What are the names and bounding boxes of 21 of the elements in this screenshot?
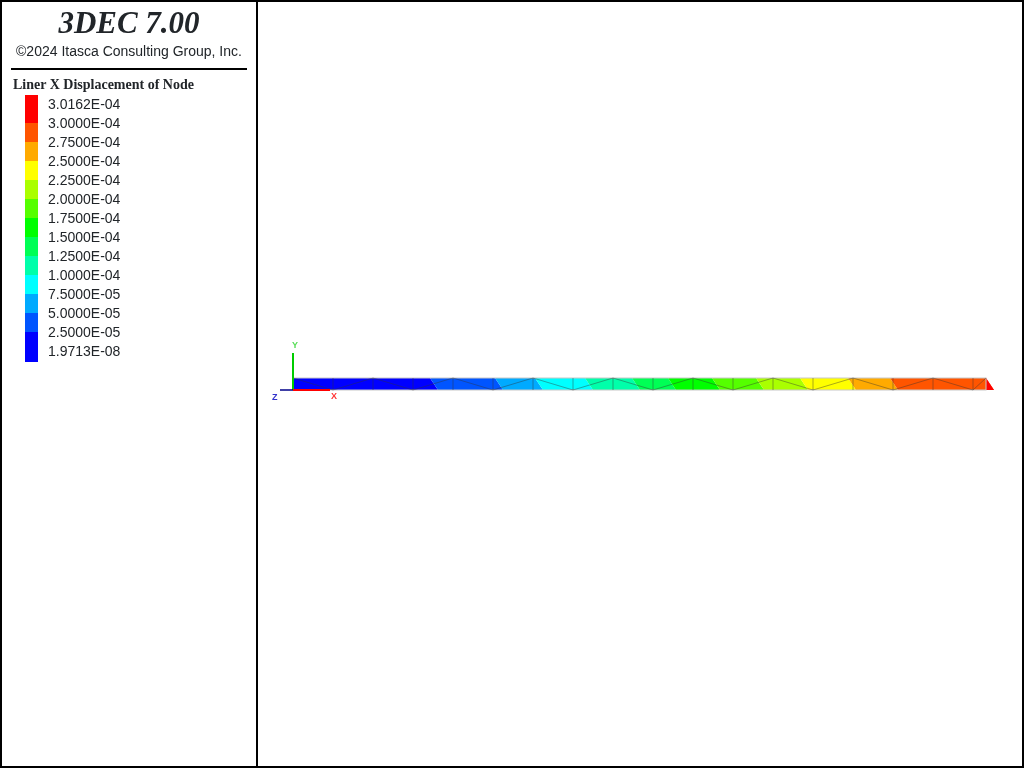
y-axis-label: Y bbox=[292, 340, 298, 350]
legend-label: 2.5000E-04 bbox=[48, 152, 121, 171]
copyright-text: ©2024 Itasca Consulting Group, Inc. bbox=[16, 43, 242, 59]
legend-label: 3.0162E-04 bbox=[48, 95, 121, 114]
legend-label: 5.0000E-05 bbox=[48, 304, 121, 323]
legend-label: 1.7500E-04 bbox=[48, 209, 121, 228]
legend-title: Liner X Displacement of Node bbox=[13, 77, 194, 93]
legend-label: 3.0000E-04 bbox=[48, 114, 121, 133]
legend-label: 7.5000E-05 bbox=[48, 285, 121, 304]
legend-label: 2.0000E-04 bbox=[48, 190, 121, 209]
axis-triad-drawing bbox=[279, 352, 331, 391]
app-title: 3DEC 7.00 bbox=[58, 6, 200, 40]
legend-label: 1.0000E-04 bbox=[48, 266, 121, 285]
legend-label: 2.7500E-04 bbox=[48, 133, 121, 152]
x-axis-label: X bbox=[331, 391, 337, 401]
legend-label: 1.9713E-08 bbox=[48, 342, 121, 361]
legend-label: 1.5000E-04 bbox=[48, 228, 121, 247]
legend-label: 2.5000E-05 bbox=[48, 323, 121, 342]
legend-label: 2.2500E-04 bbox=[48, 171, 121, 190]
z-axis-label: Z bbox=[272, 392, 278, 402]
legend-label: 1.2500E-04 bbox=[48, 247, 121, 266]
